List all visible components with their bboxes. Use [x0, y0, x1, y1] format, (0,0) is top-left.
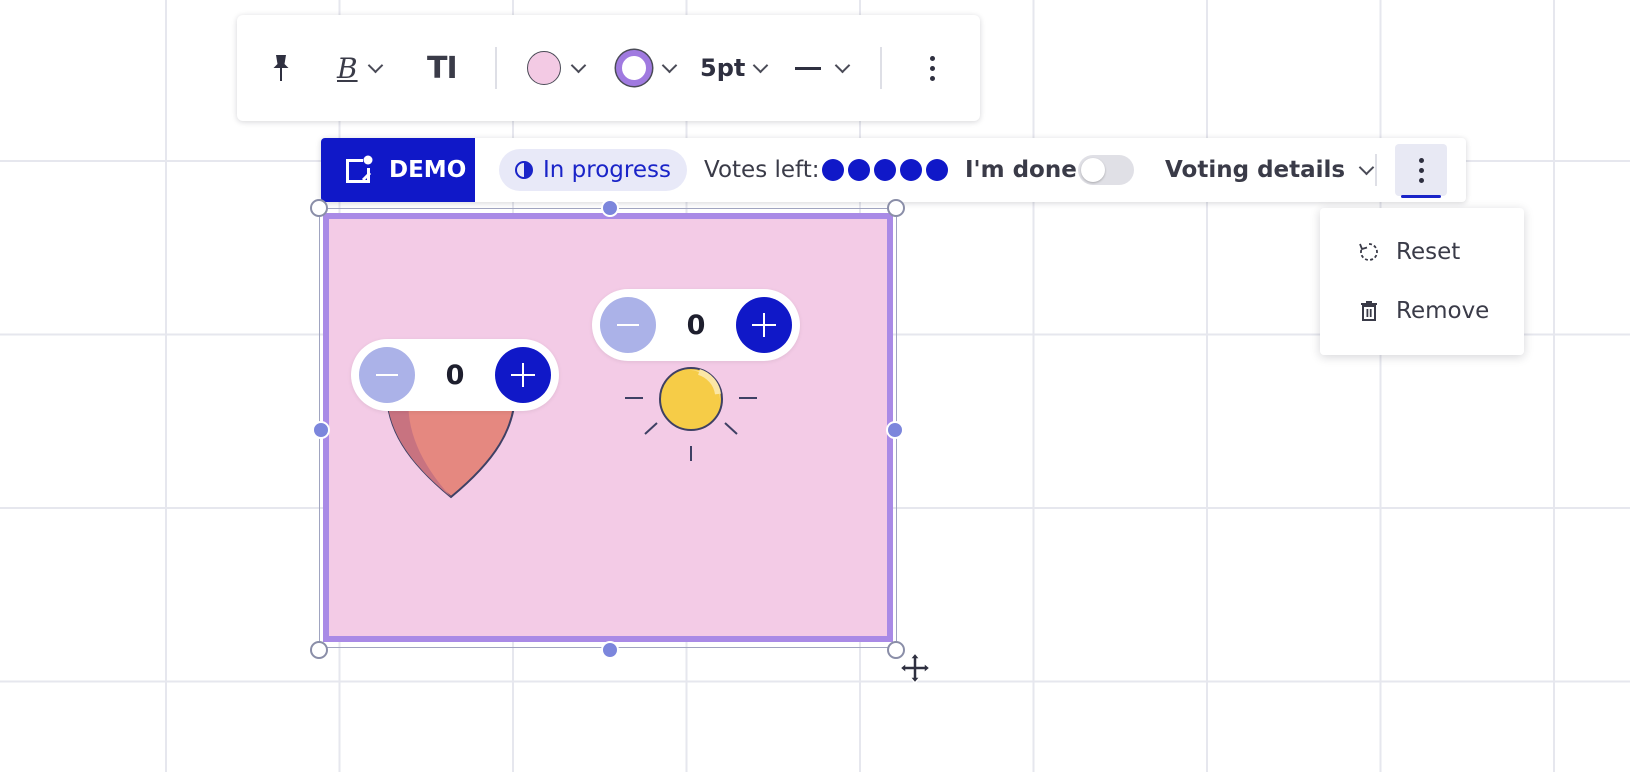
- toggle-knob: [1081, 158, 1105, 182]
- decrement-vote-button[interactable]: [600, 297, 656, 353]
- vote-dot: [822, 159, 844, 181]
- toolbar-more-button[interactable]: [930, 15, 935, 121]
- bold-button[interactable]: B: [337, 15, 383, 121]
- text-size-button[interactable]: TI: [427, 15, 458, 121]
- vote-dot: [900, 159, 922, 181]
- menu-item-label: Reset: [1396, 239, 1461, 265]
- voting-details-label: Voting details: [1165, 157, 1346, 183]
- format-toolbar: B TI 5pt: [237, 15, 980, 121]
- more-menu: Reset Remove: [1320, 208, 1524, 355]
- resize-handle-top[interactable]: [601, 199, 619, 217]
- decrement-vote-button[interactable]: [359, 347, 415, 403]
- demo-label: DEMO: [389, 157, 467, 183]
- border-width-value: 5pt: [700, 54, 746, 82]
- resize-handle-right[interactable]: [886, 421, 904, 439]
- border-color-swatch: [616, 50, 652, 86]
- pin-icon: [273, 55, 289, 81]
- sticky-note-icon: [346, 155, 373, 183]
- fill-color-button[interactable]: [527, 15, 587, 121]
- status-label: In progress: [543, 157, 671, 183]
- vote-dot: [874, 159, 896, 181]
- move-cursor-icon: [898, 651, 932, 685]
- border-width-button[interactable]: 5pt: [700, 15, 769, 121]
- increment-vote-button[interactable]: [736, 297, 792, 353]
- voting-details-button[interactable]: Voting details: [1165, 138, 1375, 202]
- resize-handle-top-left[interactable]: [310, 199, 328, 217]
- done-label: I'm done: [965, 157, 1077, 183]
- minus-icon: [376, 374, 398, 376]
- voting-more-button[interactable]: [1395, 144, 1447, 198]
- voting-bar: DEMO In progress Votes left: I'm done Vo…: [321, 138, 1466, 202]
- more-vertical-icon: [1418, 157, 1424, 183]
- menu-item-reset[interactable]: Reset: [1320, 224, 1524, 280]
- voting-bar-divider: [1375, 154, 1377, 186]
- line-style-icon: [795, 66, 821, 70]
- menu-item-remove[interactable]: Remove: [1320, 283, 1524, 339]
- trash-icon: [1358, 300, 1380, 322]
- chevron-down-icon: [661, 57, 678, 73]
- plus-icon: [752, 313, 776, 337]
- chevron-down-icon: [753, 57, 769, 73]
- line-style-button[interactable]: [795, 15, 851, 121]
- progress-icon: [515, 161, 533, 179]
- plus-icon: [511, 363, 535, 387]
- sun-vote-counter: 0: [592, 289, 800, 361]
- border-color-button[interactable]: [616, 15, 678, 121]
- done-toggle[interactable]: [1078, 155, 1134, 185]
- chevron-down-icon: [570, 57, 587, 73]
- status-badge[interactable]: In progress: [499, 149, 687, 191]
- heart-vote-counter: 0: [351, 339, 559, 411]
- chevron-down-icon: [367, 57, 383, 73]
- demo-badge[interactable]: DEMO: [321, 138, 475, 202]
- text-size-icon: TI: [427, 50, 458, 86]
- toolbar-divider: [495, 47, 497, 89]
- menu-item-label: Remove: [1396, 298, 1490, 324]
- fill-color-swatch: [527, 51, 561, 85]
- resize-handle-top-right[interactable]: [887, 199, 905, 217]
- resize-handle-bottom[interactable]: [601, 641, 619, 659]
- increment-vote-button[interactable]: [495, 347, 551, 403]
- bold-glyph: B: [337, 51, 358, 85]
- reset-icon: [1358, 241, 1380, 263]
- toolbar-divider: [880, 47, 882, 89]
- votes-remaining-indicator: [822, 159, 948, 181]
- resize-handle-bottom-left[interactable]: [310, 641, 328, 659]
- selection-outline: [319, 208, 897, 648]
- chevron-down-icon: [1358, 159, 1375, 175]
- minus-icon: [617, 324, 639, 326]
- more-vertical-icon: [930, 55, 935, 81]
- votes-left-label: Votes left:: [704, 157, 820, 183]
- pin-button[interactable]: [270, 15, 292, 121]
- resize-handle-left[interactable]: [312, 421, 330, 439]
- chevron-down-icon: [834, 57, 851, 73]
- vote-dot: [848, 159, 870, 181]
- vote-dot: [926, 159, 948, 181]
